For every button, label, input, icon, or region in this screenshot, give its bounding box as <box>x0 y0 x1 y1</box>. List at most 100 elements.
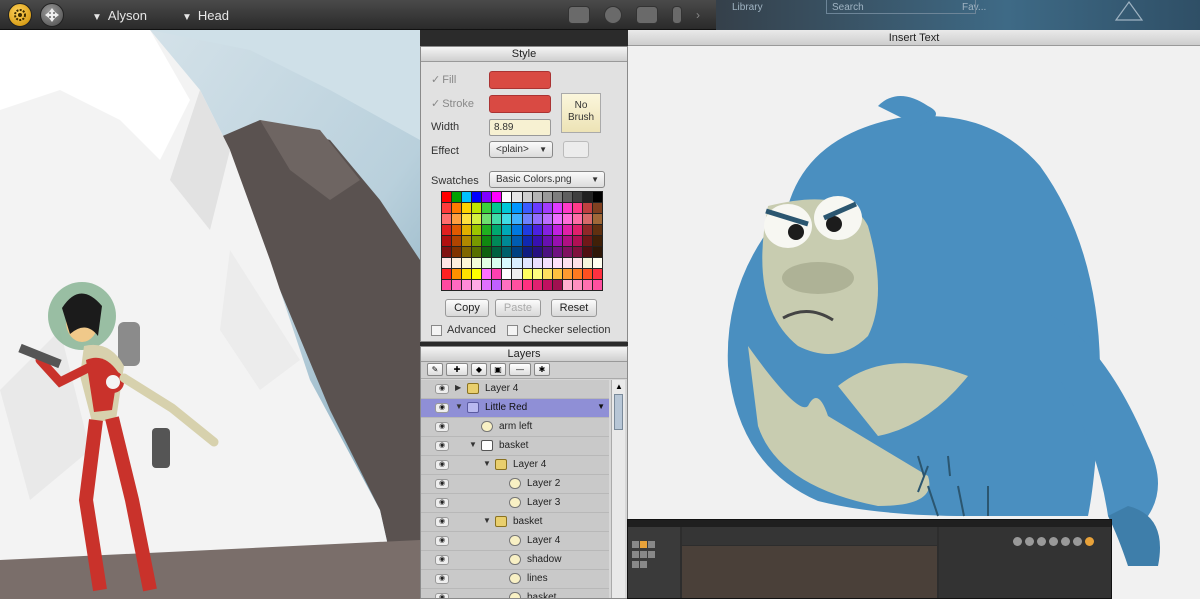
color-swatch[interactable] <box>502 247 512 257</box>
color-swatch[interactable] <box>452 225 462 235</box>
color-swatch[interactable] <box>512 280 522 290</box>
color-swatch[interactable] <box>552 214 562 224</box>
scroll-up-arrow-icon[interactable]: ▲ <box>615 382 623 391</box>
new-bone-icon[interactable]: ✚ <box>446 363 468 376</box>
color-swatch[interactable] <box>562 192 572 202</box>
color-swatch[interactable] <box>582 280 592 290</box>
color-swatch[interactable] <box>522 225 532 235</box>
editor-menu-bar[interactable] <box>628 520 1111 527</box>
color-swatch[interactable] <box>572 269 582 279</box>
color-swatch[interactable] <box>462 258 472 268</box>
tool-icon[interactable] <box>640 561 647 568</box>
layer-row[interactable]: ◉ ▼ basket <box>421 437 609 456</box>
visibility-eye-icon[interactable]: ◉ <box>435 517 449 527</box>
tool-icon[interactable] <box>640 551 647 558</box>
advanced-checkbox[interactable]: Advanced <box>431 324 496 336</box>
navigate-button[interactable] <box>40 3 64 27</box>
color-swatch[interactable] <box>502 192 512 202</box>
properties-icon[interactable]: ✱ <box>534 363 550 376</box>
brush-dot-icon[interactable] <box>1025 537 1034 546</box>
color-swatch[interactable] <box>452 258 462 268</box>
color-swatch[interactable] <box>512 203 522 213</box>
brush-dot-icon[interactable] <box>1061 537 1070 546</box>
color-swatch[interactable] <box>452 247 462 257</box>
color-swatch[interactable] <box>462 225 472 235</box>
library-tab[interactable]: Library <box>732 2 763 13</box>
color-swatch[interactable] <box>532 280 542 290</box>
color-swatch[interactable] <box>512 192 522 202</box>
reset-button[interactable]: Reset <box>551 299 597 317</box>
rig-icon[interactable] <box>636 6 658 24</box>
color-swatch[interactable] <box>512 236 522 246</box>
paste-button[interactable]: Paste <box>495 299 541 317</box>
color-swatch[interactable] <box>582 225 592 235</box>
color-swatch[interactable] <box>452 203 462 213</box>
record-icon[interactable] <box>604 6 622 24</box>
color-swatch[interactable] <box>562 258 572 268</box>
expand-toggle-icon[interactable]: ▼ <box>469 440 477 449</box>
color-swatch[interactable] <box>442 247 452 257</box>
color-swatch[interactable] <box>442 203 452 213</box>
visibility-eye-icon[interactable]: ◉ <box>435 498 449 508</box>
color-swatch[interactable] <box>512 214 522 224</box>
active-tool-icon[interactable] <box>640 541 647 548</box>
layer-row[interactable]: ◉ basket <box>421 589 609 598</box>
color-swatch[interactable] <box>542 203 552 213</box>
color-swatch[interactable] <box>592 236 602 246</box>
color-swatch[interactable] <box>592 280 602 290</box>
color-swatch[interactable] <box>542 269 552 279</box>
color-swatch[interactable] <box>572 203 582 213</box>
swatches-dropdown[interactable]: Basic Colors.png ▼ <box>489 171 605 188</box>
color-swatch[interactable] <box>542 258 552 268</box>
editor-canvas[interactable] <box>682 546 937 598</box>
color-swatch[interactable] <box>492 236 502 246</box>
color-swatch[interactable] <box>552 236 562 246</box>
color-swatch[interactable] <box>572 225 582 235</box>
visibility-eye-icon[interactable]: ◉ <box>435 441 449 451</box>
color-swatch-grid[interactable] <box>441 191 603 291</box>
color-swatch[interactable] <box>472 192 482 202</box>
color-swatch[interactable] <box>572 192 582 202</box>
color-swatch[interactable] <box>552 269 562 279</box>
color-swatch[interactable] <box>482 214 492 224</box>
color-swatch[interactable] <box>592 269 602 279</box>
color-swatch[interactable] <box>512 269 522 279</box>
visibility-eye-icon[interactable]: ◉ <box>435 403 449 413</box>
color-swatch[interactable] <box>462 269 472 279</box>
fill-checkbox[interactable]: ✓ Fill <box>431 73 456 86</box>
expand-toggle-icon[interactable]: ▼ <box>483 516 491 525</box>
color-swatch[interactable] <box>492 214 502 224</box>
effect-dropdown[interactable]: <plain> ▼ <box>489 141 553 158</box>
color-swatch[interactable] <box>472 214 482 224</box>
color-swatch[interactable] <box>572 214 582 224</box>
brush-dot-icon[interactable] <box>1073 537 1082 546</box>
color-swatch[interactable] <box>582 214 592 224</box>
expand-toggle-icon[interactable]: ▼ <box>455 402 463 411</box>
color-swatch[interactable] <box>452 192 462 202</box>
color-swatch[interactable] <box>502 236 512 246</box>
color-swatch[interactable] <box>582 192 592 202</box>
color-swatch[interactable] <box>482 258 492 268</box>
color-swatch[interactable] <box>562 269 572 279</box>
color-swatch[interactable] <box>522 203 532 213</box>
color-swatch[interactable] <box>482 192 492 202</box>
color-swatch[interactable] <box>512 225 522 235</box>
color-swatch[interactable] <box>522 214 532 224</box>
color-swatch[interactable] <box>562 236 572 246</box>
color-swatch[interactable] <box>532 225 542 235</box>
color-swatch[interactable] <box>442 192 452 202</box>
color-swatch[interactable] <box>502 203 512 213</box>
color-swatch[interactable] <box>492 247 502 257</box>
color-swatch[interactable] <box>442 236 452 246</box>
new-layer-icon[interactable]: ✎ <box>427 363 443 376</box>
color-swatch[interactable] <box>582 236 592 246</box>
visibility-eye-icon[interactable]: ◉ <box>435 555 449 565</box>
tool-icon[interactable] <box>632 541 639 548</box>
active-brush-dot-icon[interactable] <box>1085 537 1094 546</box>
color-swatch[interactable] <box>572 258 582 268</box>
color-swatch[interactable] <box>592 247 602 257</box>
color-swatch[interactable] <box>552 247 562 257</box>
color-swatch[interactable] <box>582 247 592 257</box>
color-swatch[interactable] <box>592 258 602 268</box>
color-swatch[interactable] <box>572 247 582 257</box>
